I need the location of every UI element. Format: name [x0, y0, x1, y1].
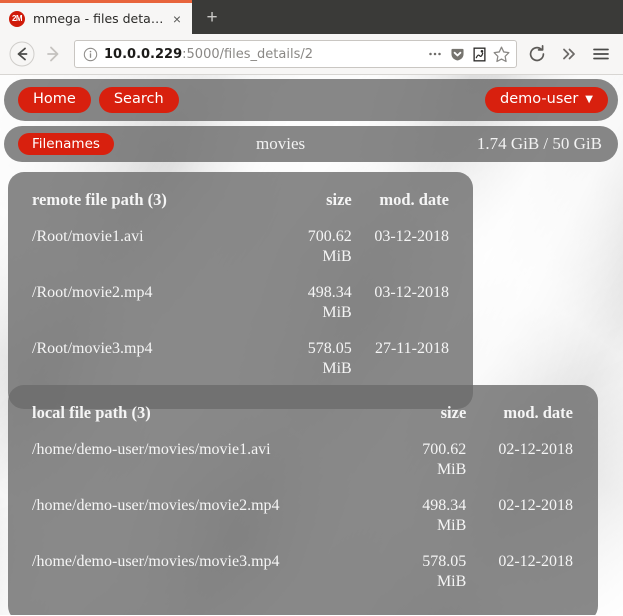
- local-files-table: local file path (3) size mod. date /home…: [8, 399, 598, 604]
- table-row: /home/demo-user/movies/movie2.mp4 498.34…: [8, 492, 598, 548]
- file-path: /home/demo-user/movies/movie3.mp4: [32, 553, 280, 571]
- file-path: /Root/movie1.avi: [32, 228, 144, 245]
- file-size: 498.34 MiB: [356, 492, 467, 548]
- remote-files-table: remote file path (3) size mod. date /Roo…: [8, 186, 473, 391]
- chevron-down-icon: ▼: [585, 94, 593, 105]
- column-header-remote-path: remote file path (3): [32, 190, 167, 209]
- file-size-value: 498.34: [422, 497, 467, 515]
- table-header-row: local file path (3) size mod. date: [8, 399, 598, 436]
- file-size-unit: MiB: [322, 359, 352, 377]
- file-size-value: 578.05: [307, 340, 352, 358]
- tab-strip: 2M mmega - files details × +: [0, 0, 623, 34]
- table-row: /Root/movie3.mp4 578.05 MiB 27-11-2018: [8, 335, 473, 391]
- star-icon[interactable]: [490, 43, 512, 65]
- url-text[interactable]: 10.0.0.229:5000/files_details/2: [104, 47, 424, 62]
- new-tab-button[interactable]: +: [192, 0, 232, 34]
- file-size-value: 578.05: [422, 553, 467, 571]
- pocket-icon[interactable]: [446, 43, 468, 65]
- main-navigation-bar: Home Search demo-user ▼: [4, 79, 618, 121]
- forward-button: [38, 38, 70, 70]
- file-size: 578.05 MiB: [356, 548, 467, 604]
- file-size: 578.05 MiB: [257, 335, 352, 391]
- remote-table-head: remote file path (3) size mod. date: [8, 186, 473, 223]
- page-viewport: Home Search demo-user ▼ Filenames movies…: [0, 75, 623, 615]
- close-icon[interactable]: ×: [168, 10, 186, 28]
- file-size-unit: MiB: [436, 516, 467, 534]
- file-path: /home/demo-user/movies/movie2.mp4: [32, 497, 280, 515]
- file-size-unit: MiB: [322, 247, 352, 265]
- file-path: /Root/movie2.mp4: [32, 284, 153, 302]
- folder-info-bar: Filenames movies 1.74 GiB / 50 GiB: [4, 126, 618, 162]
- overflow-chevrons-icon[interactable]: [553, 38, 585, 70]
- file-size-unit: MiB: [436, 572, 467, 590]
- page-info-icon[interactable]: [81, 45, 99, 63]
- file-size-value: 700.62: [422, 441, 467, 458]
- url-path: :5000/files_details/2: [182, 46, 314, 62]
- remote-files-panel: remote file path (3) size mod. date /Roo…: [8, 172, 473, 410]
- file-mod-date: 03-12-2018: [374, 228, 449, 245]
- table-row: /home/demo-user/movies/movie3.mp4 578.05…: [8, 548, 598, 604]
- user-menu-button[interactable]: demo-user ▼: [485, 87, 608, 113]
- filenames-button[interactable]: Filenames: [18, 132, 114, 156]
- column-header-size: size: [326, 190, 352, 209]
- column-header-local-path: local file path (3): [32, 403, 151, 422]
- reader-view-icon[interactable]: [468, 43, 490, 65]
- storage-quota: 1.74 GiB / 50 GiB: [476, 134, 602, 153]
- local-table-head: local file path (3) size mod. date: [8, 399, 598, 436]
- mmega-logo-icon: 2M: [9, 10, 25, 27]
- file-size: 700.62 MiB: [257, 223, 352, 279]
- file-size: 498.34 MiB: [257, 279, 352, 335]
- folder-title: movies: [256, 134, 306, 153]
- home-button[interactable]: Home: [18, 87, 91, 113]
- file-size-value: 700.62: [307, 228, 352, 245]
- file-path: /home/demo-user/movies/movie1.avi: [32, 441, 271, 458]
- page-content: Home Search demo-user ▼ Filenames movies…: [0, 75, 623, 615]
- table-row: /Root/movie2.mp4 498.34 MiB 03-12-2018: [8, 279, 473, 335]
- file-size-value: 498.34: [307, 284, 352, 302]
- user-menu-label: demo-user: [500, 91, 579, 108]
- local-table-body: /home/demo-user/movies/movie1.avi 700.62…: [8, 436, 598, 604]
- navigation-toolbar: 10.0.0.229:5000/files_details/2: [0, 34, 623, 75]
- back-button[interactable]: [6, 38, 38, 70]
- file-mod-date: 27-11-2018: [374, 340, 449, 358]
- browser-tab[interactable]: 2M mmega - files details ×: [0, 0, 192, 34]
- table-header-row: remote file path (3) size mod. date: [8, 186, 473, 223]
- local-files-panel: local file path (3) size mod. date /home…: [8, 385, 598, 615]
- file-size: 700.62 MiB: [356, 436, 467, 492]
- file-mod-date: 03-12-2018: [374, 284, 449, 302]
- url-bar[interactable]: 10.0.0.229:5000/files_details/2: [74, 40, 517, 68]
- browser-chrome: 2M mmega - files details × + 10.0.0.229:…: [0, 0, 623, 75]
- table-row: /home/demo-user/movies/movie1.avi 700.62…: [8, 436, 598, 492]
- tab-title: mmega - files details: [33, 11, 164, 26]
- hamburger-menu-icon[interactable]: [585, 38, 617, 70]
- file-mod-date: 02-12-2018: [498, 497, 573, 515]
- url-bar-icons: [424, 43, 512, 65]
- reload-button[interactable]: [521, 38, 553, 70]
- ellipsis-icon[interactable]: [424, 43, 446, 65]
- url-host: 10.0.0.229: [104, 46, 183, 62]
- column-header-date: mod. date: [379, 190, 449, 209]
- file-mod-date: 02-12-2018: [498, 441, 573, 458]
- column-header-size: size: [440, 403, 467, 422]
- file-path: /Root/movie3.mp4: [32, 340, 153, 358]
- remote-table-body: /Root/movie1.avi 700.62 MiB 03-12-2018 /…: [8, 223, 473, 391]
- file-mod-date: 02-12-2018: [498, 553, 573, 571]
- column-header-date: mod. date: [503, 403, 573, 422]
- search-button[interactable]: Search: [98, 87, 179, 113]
- favicon-text: 2M: [11, 13, 23, 23]
- file-size-unit: MiB: [436, 460, 467, 478]
- file-size-unit: MiB: [322, 303, 352, 321]
- table-row: /Root/movie1.avi 700.62 MiB 03-12-2018: [8, 223, 473, 279]
